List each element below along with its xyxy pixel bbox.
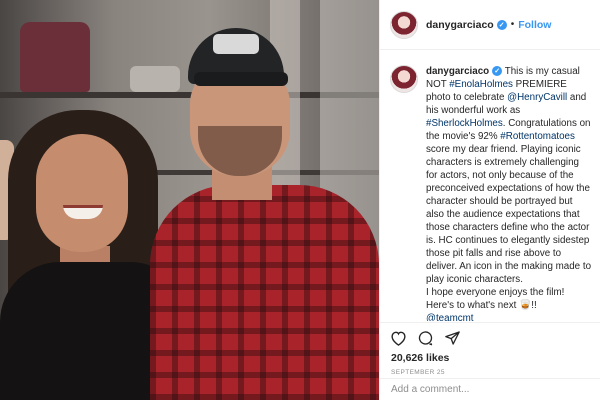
post-sidebar: danygarciaco ✓ • Follow danygarciaco ✓ Th…: [379, 0, 600, 400]
caption-line-2: I hope everyone enjoys the film!: [426, 287, 565, 298]
action-bar: [380, 322, 600, 352]
likes-count[interactable]: 20,626 likes: [391, 352, 449, 364]
caption-body: This is my casual NOT #EnolaHolmes PREMI…: [426, 66, 591, 285]
man-cap-logo: [213, 34, 259, 54]
woman-face: [36, 134, 128, 252]
post-header: danygarciaco ✓ • Follow: [380, 0, 600, 50]
share-icon[interactable]: [444, 330, 461, 346]
caption-segment: score my dear friend. Playing iconic cha…: [426, 144, 592, 285]
post-photo[interactable]: [0, 0, 379, 400]
heart-icon[interactable]: [390, 330, 407, 346]
caption-line-3: Here's to what's next 🥃!!: [426, 300, 537, 311]
follow-button[interactable]: Follow: [518, 19, 551, 31]
header-username[interactable]: danygarciaco: [426, 19, 494, 31]
caption-username[interactable]: danygarciaco: [426, 66, 489, 77]
caption-text: danygarciaco ✓ This is my casual NOT #Eno…: [426, 65, 593, 321]
avatar[interactable]: [390, 10, 418, 39]
separator-dot: •: [510, 19, 515, 30]
man-cap-brim: [194, 72, 288, 86]
caption-link[interactable]: #EnolaHolmes: [449, 79, 513, 90]
caption-link[interactable]: #SherlockHolmes: [426, 118, 503, 129]
photo-jar: [130, 66, 180, 92]
man-shirt: [150, 185, 379, 400]
verified-icon: ✓: [496, 19, 507, 30]
post-date: SEPTEMBER 25: [391, 369, 445, 376]
caption-avatar[interactable]: [390, 65, 418, 93]
caption-verified-icon: ✓: [492, 66, 503, 77]
comment-input[interactable]: [391, 384, 581, 395]
caption-section: danygarciaco ✓ This is my casual NOT #Eno…: [380, 51, 600, 321]
photo-bag: [20, 22, 90, 92]
comment-bar: [380, 378, 600, 400]
comment-icon[interactable]: [417, 330, 434, 346]
caption-link[interactable]: #Rottentomatoes: [500, 131, 575, 142]
caption-link[interactable]: @HenryCavill: [507, 92, 567, 103]
caption-mention[interactable]: @teamcmt: [426, 313, 474, 321]
